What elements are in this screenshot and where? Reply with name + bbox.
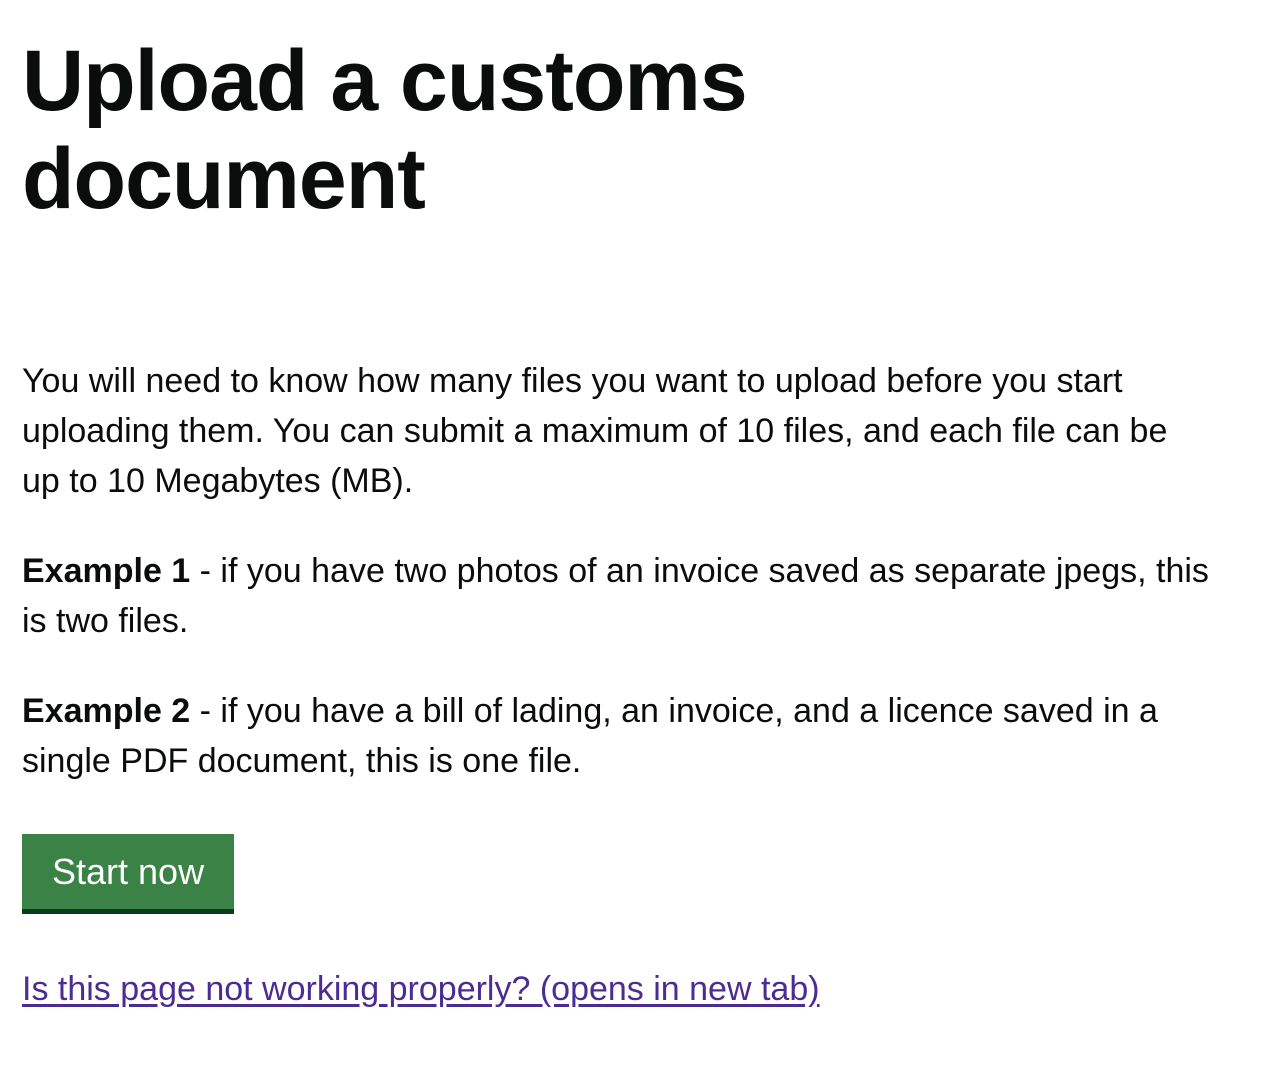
example-2-text: - if you have a bill of lading, an invoi… <box>22 692 1158 780</box>
main-content: Upload a customs document You will need … <box>22 32 1222 1011</box>
example-1-paragraph: Example 1 - if you have two photos of an… <box>22 546 1212 646</box>
intro-paragraph: You will need to know how many files you… <box>22 362 1168 500</box>
page-title: Upload a customs document <box>22 33 748 227</box>
example-1-text: - if you have two photos of an invoice s… <box>22 552 1209 640</box>
example-2-label: Example 2 <box>22 692 191 730</box>
example-1-label: Example 1 <box>22 552 191 590</box>
start-now-button[interactable]: Start now <box>22 834 235 909</box>
example-2-paragraph: Example 2 - if you have a bill of lading… <box>22 686 1212 786</box>
report-problem-link[interactable]: Is this page not working properly? (open… <box>22 967 820 1011</box>
